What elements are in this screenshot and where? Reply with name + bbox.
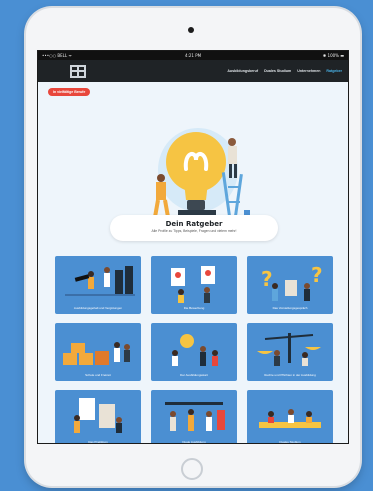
tile-label: Rechte und Pflichten in der Ausbildung <box>264 373 316 377</box>
topic-tile-praktikum[interactable]: Das Praktikum <box>55 390 141 444</box>
dual-training-illustration <box>165 402 225 431</box>
svg-text:?: ? <box>311 263 323 287</box>
clock: 4:21 PM <box>184 53 202 58</box>
logo-icon[interactable] <box>70 64 86 78</box>
nav-link-ratgeber[interactable]: Ratgeber <box>326 69 342 73</box>
tile-label: Das Vorstellungsgespräch <box>272 306 308 310</box>
tablet-frame: •••○○ BELL ᯤ 4:21 PM ✱ 100% ▬ Ausbildung… <box>26 8 360 486</box>
topic-grid: Ausbildungsgehalt und Vergütungen Die Be… <box>55 256 333 444</box>
tile-label: Schule und Freizeit <box>85 373 111 377</box>
topic-tile-ausbildungsstart[interactable]: Der Ausbildungsstart <box>151 323 237 381</box>
nav-link-ausbildungsberuf[interactable]: Ausbildungsberuf <box>227 69 258 73</box>
page-subtitle: Alle Profile zu Tipps, Beispiele, Fragen… <box>151 229 237 233</box>
topic-tile-bewerbung[interactable]: Die Bewerbung <box>151 256 237 314</box>
page-title: Dein Ratgeber <box>165 220 223 228</box>
svg-text:?: ? <box>261 267 273 291</box>
tile-label: Duale Ausbildung <box>182 440 206 444</box>
nav-link-unternehmen[interactable]: Unternehmen <box>297 69 320 73</box>
tile-label: Die Bewerbung <box>183 306 205 310</box>
internship-illustration <box>74 398 122 433</box>
nav-link-duales-studium[interactable]: Duales Studium <box>264 69 291 73</box>
top-navbar: Ausbildungsberuf Duales Studium Unterneh… <box>38 60 348 82</box>
topic-tile-duale-ausbildung[interactable]: Duale Ausbildung <box>151 390 237 444</box>
ratgeber-title-card: Dein Ratgeber Alle Profile zu Tipps, Bei… <box>110 215 278 241</box>
home-button[interactable] <box>181 458 203 480</box>
carrier-signal: •••○○ BELL ᯤ <box>42 52 72 58</box>
tile-label: Das Praktikum <box>88 440 108 444</box>
tile-label: Ausbildungsgehalt und Vergütungen <box>73 306 123 310</box>
camera <box>188 27 194 33</box>
topic-tile-vorstellungsgespraech[interactable]: ? ? Das Vorstellungsgespräch <box>247 256 333 314</box>
status-bar: •••○○ BELL ᯤ 4:21 PM ✱ 100% ▬ <box>38 51 348 60</box>
hero-section: In vielfältige Berufe Dein Ratgeber Alle… <box>38 82 348 241</box>
tile-label: Duales Studium <box>279 440 301 444</box>
screen: •••○○ BELL ᯤ 4:21 PM ✱ 100% ▬ Ausbildung… <box>37 50 349 444</box>
tile-label: Der Ausbildungsstart <box>180 373 208 377</box>
nav-links: Ausbildungsberuf Duales Studium Unterneh… <box>227 69 342 73</box>
battery-indicator: ✱ 100% ▬ <box>322 53 345 58</box>
topic-tile-duales-studium[interactable]: Duales Studium <box>247 390 333 444</box>
topic-tile-schule-freizeit[interactable]: Schule und Freizeit <box>55 323 141 381</box>
topic-tile-ausbildungsgehalt[interactable]: Ausbildungsgehalt und Vergütungen <box>55 256 141 314</box>
dual-study-illustration <box>259 409 321 428</box>
topic-tile-rechte-pflichten[interactable]: Rechte und Pflichten in der Ausbildung <box>247 323 333 381</box>
